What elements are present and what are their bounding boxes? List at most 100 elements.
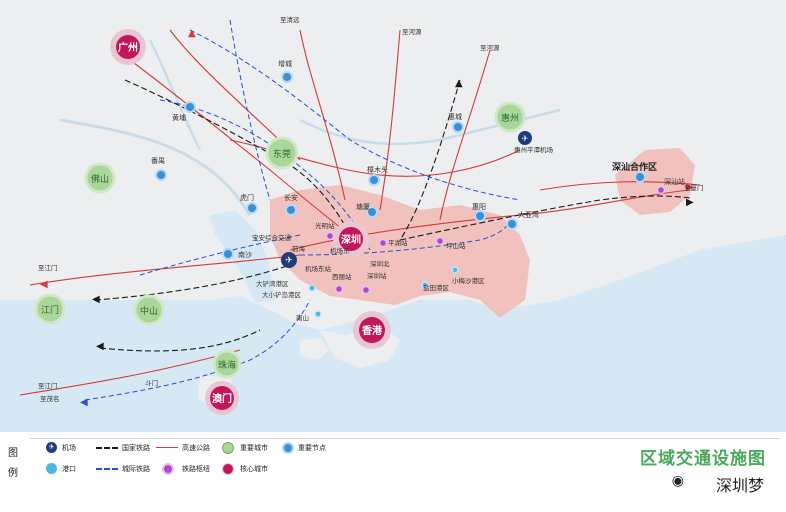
- place-label: 斗门: [145, 378, 158, 387]
- legend-heading: 例: [8, 468, 18, 479]
- national-rail-swatch: [96, 447, 118, 449]
- place-label: 至厦门: [684, 183, 704, 192]
- airplane-icon: ✈: [46, 442, 57, 453]
- place-label: 至河源: [402, 27, 422, 36]
- arrow-icon: ◀: [40, 279, 48, 290]
- arrow-icon: ◀: [92, 294, 100, 305]
- important-city-foshan[interactable]: 佛山: [84, 162, 116, 194]
- rail-hub-swatch: [162, 463, 174, 475]
- arrow-icon: ◀: [80, 397, 88, 408]
- rail-hub-marker[interactable]: [378, 238, 388, 248]
- legend-label-airport: 机场: [62, 444, 76, 452]
- arrow-icon: ▲: [188, 28, 196, 39]
- key-node-label: 塘厦: [356, 202, 370, 211]
- core-city-label: 香港: [362, 324, 383, 337]
- important-city-label: 惠州: [501, 112, 519, 124]
- expressway-swatch: [156, 447, 178, 448]
- key-node-label: 长安: [284, 193, 298, 202]
- place-label: 机场东: [330, 246, 350, 255]
- place-label: 深汕合作区: [612, 161, 657, 173]
- arrow-icon: ▲: [455, 78, 463, 89]
- rail-hub-marker[interactable]: [325, 231, 335, 241]
- legend: 图 例 ✈ 机场 国家铁路 高速公路 重要城市 重要节点 港口 城际铁路 铁路枢…: [0, 432, 786, 512]
- core-city-guangzhou[interactable]: 广州: [110, 29, 146, 65]
- key-node-swatch: [282, 442, 294, 454]
- legend-label-core-city: 核心城市: [240, 465, 268, 473]
- place-label: 深圳北: [370, 259, 390, 268]
- place-label: 大小铲岛港区: [262, 290, 302, 299]
- important-city-label: 江门: [41, 304, 59, 316]
- core-city-label: 澳门: [212, 392, 232, 405]
- place-label: 深圳站: [367, 271, 387, 280]
- airplane-icon: ✈: [285, 256, 293, 266]
- place-label: 至江门: [38, 381, 58, 390]
- place-label: 坪山站: [446, 241, 466, 250]
- legend-label-national-rail: 国家铁路: [122, 444, 150, 452]
- place-label: 西丽站: [332, 272, 352, 281]
- core-city-label: 深圳: [341, 233, 361, 246]
- place-label: 平湖站: [388, 238, 408, 247]
- regional-transport-map: 广州 深圳 香港 澳门 东莞 惠州 佛山 江门 中山 珠海 增城 黄埔 番禺 虎…: [0, 0, 786, 432]
- arrow-icon: ▶: [686, 197, 694, 208]
- brand-label: 深圳梦: [715, 476, 764, 495]
- key-node-label: 樟木头: [367, 165, 388, 174]
- place-label: 惠州平潭机场: [514, 145, 554, 154]
- legend-divider: [30, 438, 780, 439]
- rail-hub-marker[interactable]: [361, 285, 371, 295]
- important-city-swatch: [222, 442, 234, 454]
- key-node-label: 深汕站: [664, 177, 685, 186]
- legend-label-expressway: 高速公路: [182, 444, 210, 452]
- port-icon: [46, 463, 57, 474]
- key-node-label: 增城: [278, 59, 292, 68]
- airport-huizhou[interactable]: ✈: [518, 131, 532, 145]
- place-label: 光明站: [315, 221, 335, 230]
- legend-label-port: 港口: [62, 465, 76, 473]
- rail-hub-marker[interactable]: [334, 284, 344, 294]
- airport-shenzhen[interactable]: ✈: [281, 252, 297, 268]
- rail-hub-marker[interactable]: [435, 236, 445, 246]
- place-label: 大铲湾港区: [256, 279, 289, 288]
- key-node-label: 大亚湾: [518, 210, 539, 219]
- port-marker[interactable]: [451, 266, 459, 274]
- airplane-icon: ✈: [522, 134, 529, 143]
- place-label: 机场东站: [305, 264, 332, 273]
- core-city-macau[interactable]: 澳门: [205, 381, 239, 415]
- place-label: 南山: [296, 313, 309, 322]
- key-node-label: 虎门: [240, 193, 254, 202]
- wechat-icon: ◉: [671, 473, 684, 489]
- important-city-jiangmen[interactable]: 江门: [34, 293, 66, 325]
- key-node-label: 黄埔: [172, 113, 186, 122]
- place-label: 盐田港区: [423, 283, 450, 292]
- key-node-label: 惠城: [448, 112, 462, 121]
- important-city-zhongshan[interactable]: 中山: [133, 294, 165, 326]
- key-node-label: 番禺: [151, 157, 165, 165]
- important-city-label: 珠海: [218, 359, 236, 371]
- key-node-label: 惠阳: [472, 202, 486, 211]
- port-marker[interactable]: [314, 310, 322, 318]
- important-city-dongguan[interactable]: 东莞: [265, 136, 299, 170]
- place-label: 前海: [292, 244, 306, 253]
- important-city-label: 中山: [140, 305, 158, 317]
- map-title: 区域交通设施图: [640, 449, 766, 469]
- place-label: 至清远: [280, 15, 300, 24]
- key-node-nansha[interactable]: 南沙: [222, 248, 252, 260]
- place-label: 至茂名: [40, 394, 60, 403]
- legend-label-rail-hub: 铁路枢纽: [182, 465, 210, 473]
- legend-label-important-city: 重要城市: [240, 444, 268, 452]
- important-city-label: 东莞: [273, 148, 291, 160]
- place-label: 小梅沙港区: [452, 276, 485, 285]
- legend-label-intercity-rail: 城际铁路: [122, 465, 150, 473]
- core-city-hongkong[interactable]: 香港: [353, 311, 391, 349]
- core-city-label: 广州: [118, 41, 138, 54]
- important-city-huizhou[interactable]: 惠州: [494, 101, 526, 133]
- important-city-zhuhai[interactable]: 珠海: [212, 349, 242, 379]
- rail-hub-marker[interactable]: [656, 185, 666, 195]
- legend-label-key-node: 重要节点: [298, 444, 326, 452]
- port-marker[interactable]: [308, 284, 316, 292]
- place-label: 至河源: [480, 43, 500, 52]
- place-label: 宝安综合交通: [252, 233, 292, 242]
- place-label: 至江门: [38, 263, 58, 272]
- important-city-label: 佛山: [91, 173, 109, 185]
- core-city-swatch: [222, 463, 234, 475]
- legend-heading: 图: [8, 448, 18, 459]
